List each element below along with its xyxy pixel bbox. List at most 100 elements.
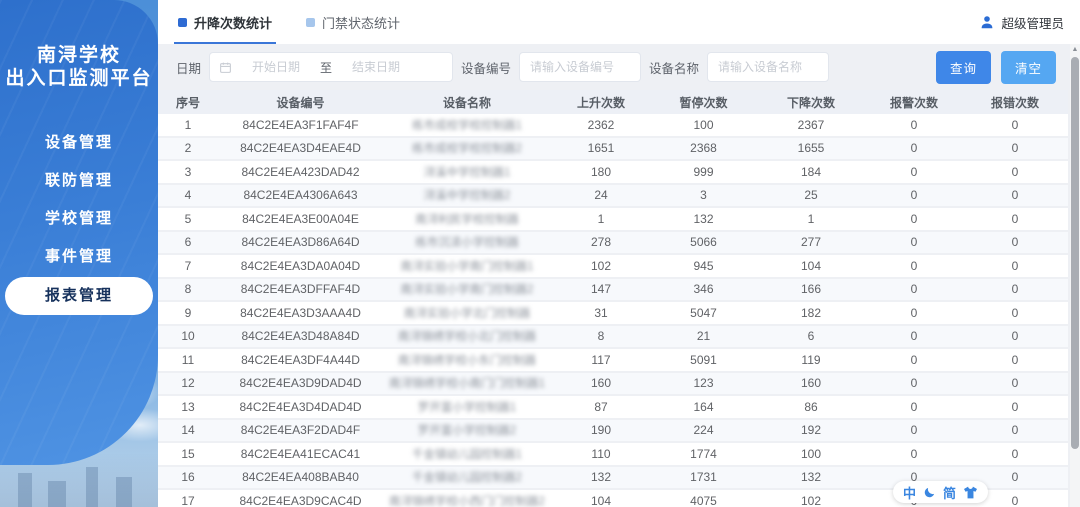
cell-alarm-count: 0 [910, 235, 918, 250]
main-area: 升降次数统计 门禁状态统计 超级管理员 日期 至 [158, 0, 1080, 507]
cell-index: 10 [181, 329, 195, 344]
cell-error-count: 0 [1011, 117, 1019, 132]
cell-pause-count: 945 [693, 258, 714, 273]
cell-down-count: 104 [800, 258, 822, 273]
cell-up-count: 278 [590, 235, 612, 250]
cell-error-count: 0 [1011, 282, 1019, 297]
tab-label: 升降次数统计 [194, 15, 273, 31]
cell-up-count: 180 [590, 164, 612, 179]
cell-up-count: 102 [590, 258, 612, 273]
ime-skin-shirt-icon[interactable] [963, 486, 978, 499]
cell-down-count: 1 [807, 211, 815, 226]
ime-moon-icon[interactable] [923, 486, 936, 499]
column-header: 暂停次数 [679, 95, 728, 110]
cell-device-name: 罗开富小学控制器1 [417, 401, 517, 414]
scrollbar-thumb[interactable] [1071, 57, 1079, 449]
cell-pause-count: 123 [693, 376, 714, 391]
cell-device-name: 南浔实验小学南门控制器1 [400, 260, 534, 273]
table-row: 1 84C2E4EA3F1FAF4F 练市成校学校控制器1 2362 100 2367 0 0 [158, 114, 1068, 138]
cell-down-count: 192 [800, 423, 822, 438]
sidebar-item-4[interactable]: 事件管理 [0, 238, 158, 276]
cell-device-id: 84C2E4EA3E00A04E [242, 211, 359, 226]
cell-down-count: 100 [800, 446, 822, 461]
table-row: 2 84C2E4EA3D4EAE4D 练市成校学校控制器2 1651 2368 1655 0… [158, 137, 1068, 161]
tab-2[interactable]: 门禁状态统计 [304, 0, 402, 44]
user-info[interactable]: 超级管理员 [979, 13, 1064, 32]
cell-index: 9 [184, 305, 192, 320]
cell-index: 14 [181, 423, 195, 438]
cell-device-name: 南浔锦绣学校小南门门控制器1 [389, 378, 545, 391]
cell-error-count: 0 [1011, 376, 1019, 391]
cell-device-id: 84C2E4EA3D9DAD4D [239, 376, 362, 391]
cell-up-count: 1651 [587, 141, 615, 156]
cell-up-count: 110 [591, 446, 611, 461]
clear-button[interactable]: 清空 [1000, 50, 1056, 84]
cell-index: 7 [184, 258, 192, 273]
search-button[interactable]: 查询 [935, 50, 991, 84]
ime-status-bar[interactable]: 中 简 [893, 481, 989, 503]
cell-index: 16 [181, 470, 195, 485]
tab-1[interactable]: 升降次数统计 [173, 0, 277, 44]
cell-up-count: 104 [590, 493, 612, 507]
app-window: 南浔学校 出入口监测平台 设备管理 联防管理 学校管理 事件管理 报表管理 升降次数统计… [0, 0, 1080, 507]
cell-error-count: 0 [1011, 235, 1019, 250]
cell-device-id: 84C2E4EA3D86A64D [241, 235, 360, 250]
cell-device-id: 84C2E4EA3D4EAE4D [240, 141, 361, 156]
cell-index: 15 [181, 446, 195, 461]
cell-device-id: 84C2E4EA423DAD42 [241, 164, 360, 179]
cell-up-count: 190 [590, 423, 612, 438]
device-id-label: 设备编号 [461, 61, 512, 76]
cell-down-count: 184 [800, 164, 822, 179]
sidebar-item-1[interactable]: 设备管理 [0, 124, 158, 162]
cell-pause-count: 164 [693, 399, 714, 414]
user-avatar-icon [982, 16, 993, 29]
column-header: 下降次数 [786, 95, 835, 110]
cell-device-id: 84C2E4EA408BAB40 [242, 470, 359, 485]
cell-down-count: 277 [800, 235, 822, 250]
end-date-input[interactable] [336, 59, 417, 75]
cell-device-id: 84C2E4EA3D3AAA4D [240, 305, 361, 320]
cell-device-id: 84C2E4EA3DF4A44D [241, 352, 360, 367]
cell-device-name: 千金镇幼儿园控制器1 [412, 448, 522, 461]
date-range-picker[interactable]: 至 [209, 52, 454, 82]
device-name-input[interactable] [707, 52, 830, 82]
vertical-scrollbar[interactable]: ▲ [1070, 44, 1080, 507]
cell-error-count: 0 [1011, 329, 1019, 344]
cell-device-id: 84C2E4EA3D4DAD4D [239, 399, 362, 414]
sidebar-panel: 南浔学校 出入口监测平台 设备管理 联防管理 学校管理 事件管理 报表管理 [0, 0, 158, 465]
cell-index: 2 [184, 141, 192, 156]
cell-device-name: 练市成校学校控制器2 [412, 143, 522, 156]
cell-alarm-count: 0 [910, 399, 918, 414]
user-name: 超级管理员 [1001, 16, 1064, 31]
device-id-input[interactable] [519, 52, 642, 82]
ime-simplified-icon[interactable]: 简 [943, 483, 956, 502]
cell-device-id: 84C2E4EA3DA0A04D [240, 258, 361, 273]
tab-label: 门禁状态统计 [322, 15, 401, 31]
cell-device-id: 84C2E4EA3F2DAD4F [240, 423, 361, 438]
table-row: 9 84C2E4EA3D3AAA4D 南浔实验小学北门控制器 31 5047 182 0 0 [158, 302, 1068, 326]
cell-pause-count: 4075 [690, 493, 717, 507]
cell-error-count: 0 [1011, 399, 1019, 414]
ime-chinese-mode-icon[interactable]: 中 [903, 483, 916, 502]
cell-index: 4 [184, 188, 192, 203]
column-header: 报警次数 [889, 95, 938, 110]
cell-error-count: 0 [1011, 188, 1019, 203]
cell-pause-count: 100 [693, 117, 714, 132]
sidebar-item-5[interactable]: 报表管理 [5, 277, 153, 315]
cell-index: 11 [181, 352, 195, 367]
tab-bullet-icon [178, 17, 187, 27]
scrollbar-up-arrow-icon[interactable]: ▲ [1070, 44, 1080, 56]
cell-pause-count: 5047 [690, 305, 717, 320]
sidebar-item-3[interactable]: 学校管理 [0, 200, 158, 238]
cell-error-count: 0 [1011, 423, 1019, 438]
cell-pause-count: 132 [693, 211, 714, 226]
cell-alarm-count: 0 [910, 352, 918, 367]
cell-device-name: 浔溪中学控制器1 [423, 166, 511, 179]
sidebar-item-2[interactable]: 联防管理 [0, 162, 158, 200]
cell-device-name: 浔溪中学控制器2 [423, 190, 511, 203]
device-name-label: 设备名称 [649, 61, 700, 76]
table-row: 8 84C2E4EA3DFFAF4D 南浔实验小学南门控制器2 147 346 166 0 0 [158, 278, 1068, 302]
cell-index: 12 [181, 376, 195, 391]
start-date-input[interactable] [236, 59, 317, 75]
table-body: 1 84C2E4EA3F1FAF4F 练市成校学校控制器1 2362 100 2367 0 0… [158, 114, 1068, 507]
